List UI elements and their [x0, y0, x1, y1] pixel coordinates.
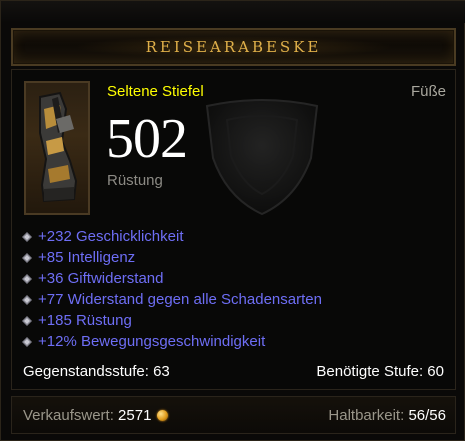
item-slot: Füße: [410, 83, 446, 100]
armor-value: 502: [106, 108, 188, 170]
affix-item: +36 Giftwiderstand: [21, 270, 322, 291]
gold-coin-icon: [157, 410, 169, 421]
diamond-bullet-icon: [22, 295, 32, 305]
shield-icon: [187, 98, 337, 223]
affix-text: +185 Rüstung: [38, 312, 132, 329]
diamond-bullet-icon: [22, 253, 32, 263]
tooltip-top-edge: [1, 1, 465, 23]
diamond-bullet-icon: [22, 316, 32, 326]
affix-text: +12% Bewegungsgeschwindigkeit: [38, 333, 266, 350]
affix-text: +85 Intelligenz: [38, 249, 136, 266]
affix-text: +36 Giftwiderstand: [38, 270, 164, 287]
item-icon-slot: [24, 81, 90, 215]
diamond-bullet-icon: [22, 274, 32, 284]
durability-value: 56/56: [408, 407, 446, 424]
item-name-banner: REISEARABESKE: [11, 28, 456, 66]
item-level: Gegenstandsstufe: 63: [23, 363, 170, 380]
affix-item: +232 Geschicklichkeit: [21, 228, 322, 249]
item-type: Seltene Stiefel: [107, 83, 204, 100]
affix-text: +232 Geschicklichkeit: [38, 228, 184, 245]
item-name: REISEARABESKE: [145, 38, 322, 56]
affix-item: +77 Widerstand gegen alle Schadensarten: [21, 291, 322, 312]
item-tooltip: REISEARABESKE Seltene Stiefel Füße 502 R…: [0, 0, 465, 441]
affix-item: +185 Rüstung: [21, 312, 322, 333]
required-level: Benötigte Stufe: 60: [316, 363, 444, 380]
diamond-bullet-icon: [22, 337, 32, 347]
armor-label: Rüstung: [107, 172, 163, 189]
diamond-bullet-icon: [22, 232, 32, 242]
sell-label: Verkaufswert:: [23, 407, 114, 424]
affix-item: +12% Bewegungsgeschwindigkeit: [21, 333, 322, 354]
boots-icon: [39, 91, 78, 203]
affix-text: +77 Widerstand gegen alle Schadensarten: [38, 291, 322, 308]
affix-item: +85 Intelligenz: [21, 249, 322, 270]
durability: Haltbarkeit: 56/56: [328, 407, 446, 424]
durability-label: Haltbarkeit:: [328, 407, 405, 424]
sell-value: Verkaufswert: 2571: [23, 407, 169, 424]
sell-amount: 2571: [118, 407, 152, 424]
affix-list: +232 Geschicklichkeit +85 Intelligenz +3…: [21, 228, 322, 354]
